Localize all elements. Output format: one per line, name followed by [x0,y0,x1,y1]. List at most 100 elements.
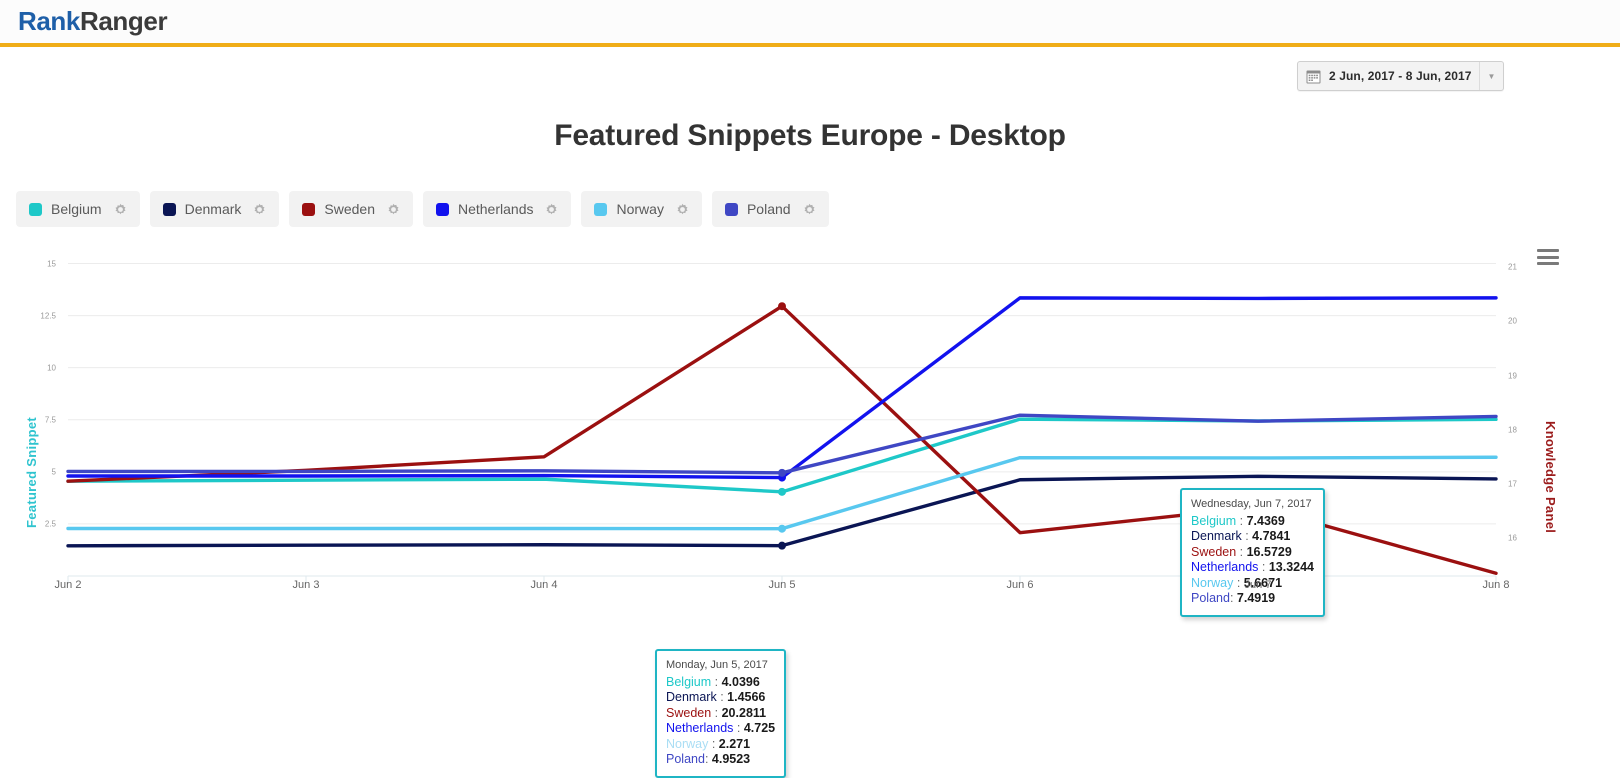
date-range-value: 2 Jun, 2017 - 8 Jun, 2017 [1321,69,1479,83]
legend-item-sweden[interactable]: Sweden [289,191,413,227]
x-axis-tick: Jun 5 [769,579,796,591]
tooltip-row: Denmark : 1.4566 [666,690,775,706]
tooltip-date: Monday, Jun 5, 2017 [666,658,775,674]
data-point-marker[interactable] [778,542,786,550]
tooltip-series-name: Sweden [1191,545,1236,559]
tooltip-series-value: 13.3244 [1269,560,1314,574]
tooltip-series-name: Poland [1191,591,1230,605]
tooltip-series-value: 4.0396 [722,675,760,689]
tooltip-row: Netherlands : 13.3244 [1191,560,1314,576]
series-line-poland [68,415,1496,473]
x-axis-tick: Jun 7 [1245,579,1272,591]
right-axis-tick: 20 [1508,317,1548,326]
tooltip-row: Norway : 2.271 [666,737,775,753]
tooltip-series-name: Belgium [666,675,711,689]
tooltip-series-value: 16.5729 [1247,545,1292,559]
legend-item-label: Belgium [51,201,102,217]
gear-icon[interactable] [545,203,558,216]
tooltip-series-value: 4.9523 [712,752,750,766]
data-point-marker[interactable] [778,525,786,533]
legend-color-swatch [725,203,738,216]
x-axis-tick: Jun 4 [531,579,558,591]
legend-item-label: Poland [747,201,791,217]
app-header: RankRanger [0,0,1620,47]
legend-item-label: Denmark [185,201,242,217]
series-line-netherlands [68,298,1496,478]
tooltip-row: Poland: 7.4919 [1191,591,1314,607]
legend-item-norway[interactable]: Norway [581,191,701,227]
legend-item-poland[interactable]: Poland [712,191,829,227]
tooltip-row: Belgium : 4.0396 [666,675,775,691]
tooltip-series-name: Netherlands [666,721,733,735]
legend-color-swatch [436,203,449,216]
tooltip-series-name: Sweden [666,706,711,720]
tooltip-series-name: Poland [666,752,705,766]
tooltip-series-name: Denmark [666,690,717,704]
tooltip-row: Sweden : 20.2811 [666,706,775,722]
legend-item-label: Netherlands [458,201,534,217]
x-axis-tick: Jun 6 [1007,579,1034,591]
page-title: Featured Snippets Europe - Desktop [0,119,1620,153]
left-axis-tick: 12.5 [16,311,56,320]
date-range-picker[interactable]: 2 Jun, 2017 - 8 Jun, 2017 ▼ [1297,61,1504,91]
right-axis-tick: 21 [1508,263,1548,272]
tooltip-series-value: 20.2811 [722,706,767,720]
chart-area: Featured Snippet Knowledge Panel Monday,… [0,241,1620,636]
tooltip-series-value: 7.4369 [1247,514,1285,528]
tooltip-series-value: 4.7841 [1252,529,1290,543]
legend-color-swatch [594,203,607,216]
tooltip-series-name: Netherlands [1191,560,1258,574]
right-axis-tick: 18 [1508,425,1548,434]
chart-tooltip: Wednesday, Jun 7, 2017Belgium : 7.4369De… [1180,488,1325,617]
series-legend: Belgium Denmark Sweden Netherlands Norway Pol… [0,191,1620,227]
right-axis-tick: 16 [1508,534,1548,543]
tooltip-date: Wednesday, Jun 7, 2017 [1191,497,1314,513]
tooltip-series-value: 2.271 [719,737,750,751]
brand-logo[interactable]: RankRanger [18,6,167,37]
legend-item-label: Sweden [324,201,375,217]
brand-logo-rank: Rank [18,6,80,36]
legend-color-swatch [163,203,176,216]
x-axis-tick: Jun 3 [293,579,320,591]
left-axis-tick: 10 [16,363,56,372]
left-axis-tick: 15 [16,259,56,268]
x-axis-tick: Jun 8 [1483,579,1510,591]
data-point-marker[interactable] [778,302,786,310]
left-axis-tick: 2.5 [16,519,56,528]
chevron-down-icon[interactable]: ▼ [1479,62,1503,90]
legend-item-label: Norway [616,201,663,217]
right-axis-tick: 17 [1508,479,1548,488]
tooltip-row: Netherlands : 4.725 [666,721,775,737]
tooltip-series-name: Belgium [1191,514,1236,528]
gear-icon[interactable] [803,203,816,216]
gear-icon[interactable] [253,203,266,216]
tooltip-row: Poland: 4.9523 [666,752,775,768]
chart-tooltip: Monday, Jun 5, 2017Belgium : 4.0396Denma… [655,649,786,778]
calendar-icon [1306,69,1321,84]
tooltip-row: Sweden : 16.5729 [1191,545,1314,561]
gear-icon[interactable] [114,203,127,216]
tooltip-row: Belgium : 7.4369 [1191,514,1314,530]
tooltip-series-name: Denmark [1191,529,1242,543]
data-point-marker[interactable] [778,488,786,496]
tooltip-row: Denmark : 4.7841 [1191,529,1314,545]
tooltip-series-name: Norway [666,737,708,751]
gear-icon[interactable] [387,203,400,216]
legend-item-netherlands[interactable]: Netherlands [423,191,572,227]
right-axis-title: Knowledge Panel [1543,421,1558,533]
gear-icon[interactable] [676,203,689,216]
toolbar-row: 2 Jun, 2017 - 8 Jun, 2017 ▼ [0,47,1620,97]
legend-item-belgium[interactable]: Belgium [16,191,140,227]
brand-logo-ranger: Ranger [80,6,167,36]
data-point-marker[interactable] [778,469,786,477]
tooltip-series-name: Norway [1191,576,1233,590]
tooltip-series-value: 1.4566 [727,690,765,704]
tooltip-series-value: 4.725 [744,721,775,735]
legend-color-swatch [302,203,315,216]
legend-item-denmark[interactable]: Denmark [150,191,280,227]
legend-color-swatch [29,203,42,216]
right-axis-tick: 19 [1508,371,1548,380]
tooltip-series-value: 7.4919 [1237,591,1275,605]
left-axis-tick: 7.5 [16,415,56,424]
x-axis-tick: Jun 2 [55,579,82,591]
